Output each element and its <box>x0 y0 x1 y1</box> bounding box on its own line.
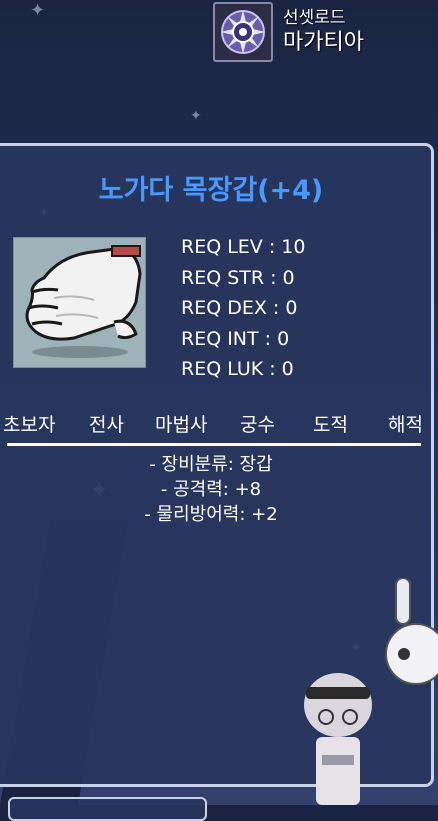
item-icon-frame <box>13 237 146 368</box>
stat-category: - 장비분류: 장갑 <box>149 454 273 475</box>
item-stats: - 장비분류: 장갑 - 공격력: +8 - 물리방어력: +2 <box>0 452 431 527</box>
req-luk: REQ LUK : 0 <box>181 358 294 380</box>
stat-defense: - 물리방어력: +2 <box>144 504 278 525</box>
bottom-panel-edge <box>8 797 207 821</box>
player-name: 마가티아 <box>283 30 364 55</box>
job-thief: 도적 <box>313 414 348 436</box>
guild-emblem-icon <box>213 2 273 62</box>
requirement-list: REQ LEV : 10 REQ STR : 0 REQ DEX : 0 REQ… <box>181 232 305 385</box>
job-magician: 마법사 <box>155 414 208 436</box>
guild-name: 선셋로드 <box>283 7 346 28</box>
job-warrior: 전사 <box>89 414 124 436</box>
job-archer: 궁수 <box>240 414 275 436</box>
req-int: REQ INT : 0 <box>181 327 290 350</box>
job-list: 초보자 전사 마법사 궁수 도적 해적 <box>3 410 437 438</box>
pet-rabbit-sprite <box>385 578 438 685</box>
guild-badge: 선셋로드 마가티아 <box>213 2 364 62</box>
sparkle-icon: ✦ <box>190 108 202 124</box>
req-str: REQ STR : 0 <box>181 266 295 289</box>
divider <box>7 443 421 446</box>
req-dex: REQ DEX : 0 <box>181 297 298 319</box>
sparkle-icon: ✦ <box>30 0 46 21</box>
player-character-sprite <box>304 673 372 805</box>
item-title: 노가다 목장갑(+4) <box>98 175 324 206</box>
job-pirate: 해적 <box>388 414 423 436</box>
job-beginner: 초보자 <box>3 414 56 436</box>
white-work-glove-icon <box>25 245 142 358</box>
req-level: REQ LEV : 10 <box>181 236 306 258</box>
stat-attack: - 공격력: +8 <box>160 479 262 500</box>
